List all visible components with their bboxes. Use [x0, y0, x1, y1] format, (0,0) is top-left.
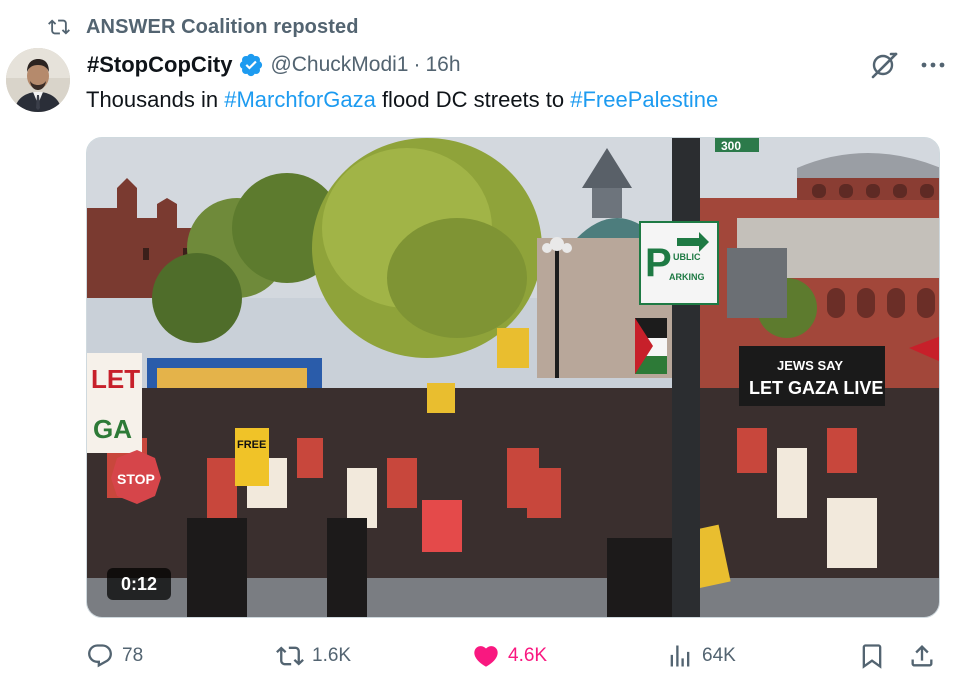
repost-label: ANSWER Coalition reposted: [86, 15, 359, 38]
heart-icon: [474, 646, 498, 667]
parking-ublic: UBLIC: [673, 252, 701, 262]
like-count: 4.6K: [508, 645, 548, 666]
grok-icon[interactable]: [869, 50, 899, 80]
banner-line1: JEWS SAY: [777, 358, 843, 373]
timestamp[interactable]: 16h: [426, 53, 461, 77]
tweet-text-part: flood DC streets to: [375, 87, 571, 112]
tweet-card[interactable]: ANSWER Coalition reposted #StopCopCity @…: [0, 0, 975, 695]
sign-stop: STOP: [117, 471, 155, 487]
tweet-text-part: Thousands in: [86, 87, 225, 112]
reply-icon: [88, 644, 112, 668]
share-icon: [911, 645, 933, 667]
sign-ga: GA: [93, 414, 132, 444]
sign-free: FREE: [237, 439, 266, 451]
analytics-icon: [670, 645, 690, 667]
hashtag-link[interactable]: #MarchforGaza: [224, 87, 376, 112]
avatar[interactable]: [6, 48, 70, 112]
tweet-text: Thousands in #MarchforGaza flood DC stre…: [86, 86, 718, 114]
banner-line2: LET GAZA LIVE: [749, 378, 883, 398]
author-name[interactable]: #StopCopCity: [87, 52, 232, 78]
author-line: #StopCopCity @ChuckModi1 · 16h: [87, 50, 461, 80]
bookmark-button[interactable]: [858, 638, 886, 674]
separator-dot: ·: [413, 53, 421, 76]
street-number: 300: [721, 139, 741, 153]
parking-letter: P: [645, 241, 672, 285]
views-count: 64K: [702, 645, 736, 666]
action-bar: 78 1.6K 4.6K 64K: [86, 638, 940, 674]
views-button[interactable]: 64K: [666, 638, 736, 674]
avatar-image: [6, 48, 70, 112]
parking-arking: ARKING: [669, 272, 705, 282]
repost-count: 1.6K: [312, 645, 352, 666]
repost-button[interactable]: 1.6K: [276, 638, 351, 674]
video-player[interactable]: LET GA STOP FREE JEWS SAY LET GAZA LIVE: [86, 137, 940, 618]
bookmark-icon: [862, 644, 882, 669]
repost-icon: [48, 19, 70, 35]
video-frame: LET GA STOP FREE JEWS SAY LET GAZA LIVE: [87, 138, 939, 617]
reply-count: 78: [122, 645, 144, 666]
more-options-icon[interactable]: [919, 51, 947, 79]
repost-icon: [276, 646, 304, 666]
repost-header[interactable]: ANSWER Coalition reposted: [48, 14, 359, 40]
header-actions: [869, 50, 947, 80]
sign-let: LET: [91, 364, 140, 394]
share-button[interactable]: [908, 638, 936, 674]
author-handle[interactable]: @ChuckModi1: [270, 53, 408, 77]
reply-button[interactable]: 78: [86, 638, 143, 674]
video-duration: 0:12: [107, 568, 172, 600]
like-button[interactable]: 4.6K: [472, 638, 547, 674]
verified-badge-icon: [240, 53, 263, 77]
hashtag-link[interactable]: #FreePalestine: [570, 87, 718, 112]
